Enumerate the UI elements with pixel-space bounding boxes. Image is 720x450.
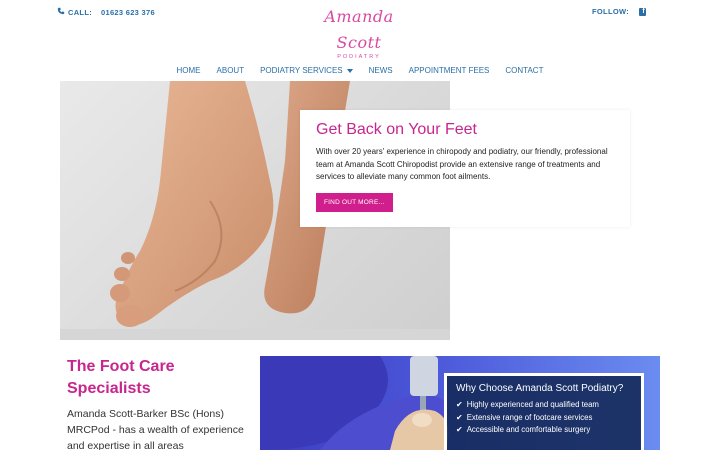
hero-body: With over 20 years' experience in chirop… <box>316 147 608 181</box>
follow-info: FOLLOW: f <box>592 7 646 16</box>
nav-contact[interactable]: CONTACT <box>497 64 551 77</box>
list-item: ✔ Extensive range of footcare services <box>456 412 632 425</box>
logo-subtitle: PODIATRY <box>337 54 381 60</box>
chevron-down-icon <box>346 68 353 73</box>
why-choose-card: Why Choose Amanda Scott Podiatry? ✔ Highl… <box>444 373 644 450</box>
site-logo[interactable]: Amanda Scott PODIATRY <box>304 4 414 60</box>
nav-appointment-fees[interactable]: APPOINTMENT FEES <box>401 64 498 77</box>
nav-contact-label: CONTACT <box>505 66 544 75</box>
hero-title: Get Back on Your Feet <box>316 121 477 138</box>
facebook-icon[interactable]: f <box>639 7 646 16</box>
follow-label: FOLLOW: <box>592 7 629 16</box>
nav-home[interactable]: HOME <box>169 64 209 77</box>
phone-number[interactable]: 01623 623 376 <box>101 8 155 17</box>
phone-icon <box>57 7 65 17</box>
why-title: Why Choose Amanda Scott Podiatry? <box>456 383 624 394</box>
why-item-label: Extensive range of footcare services <box>466 412 593 422</box>
why-item-label: Accessible and comfortable surgery <box>466 425 591 434</box>
logo-script: Amanda Scott <box>324 7 394 52</box>
topbar: CALL: 01623 623 376 Amanda Scott PODIATR… <box>0 0 720 60</box>
list-item: ✔ Accessible and comfortable surgery <box>456 424 632 437</box>
nav-news-label: NEWS <box>368 66 393 75</box>
nav-podiatry-services[interactable]: PODIATRY SERVICES <box>252 64 361 77</box>
nav-about[interactable]: ABOUT <box>209 64 253 77</box>
hero-card: Get Back on Your Feet With over 20 years… <box>300 110 630 227</box>
nav-news[interactable]: NEWS <box>361 64 401 77</box>
call-label: CALL: <box>68 7 92 17</box>
nav-appointment-fees-label: APPOINTMENT FEES <box>408 66 490 75</box>
why-list: ✔ Highly experienced and qualified team ✔… <box>456 399 632 437</box>
check-icon: ✔ <box>456 400 463 409</box>
specialists-body: Amanda Scott-Barker BSc (Hons) MRCPod - … <box>67 408 244 450</box>
call-info[interactable]: CALL: 01623 623 376 <box>57 7 155 17</box>
check-icon: ✔ <box>456 412 463 422</box>
find-out-more-button[interactable]: FIND OUT MORE... <box>316 192 393 212</box>
main-nav: HOME ABOUT PODIATRY SERVICES NEWS APPOIN… <box>0 64 720 77</box>
nav-about-label: ABOUT <box>216 66 245 75</box>
check-icon: ✔ <box>456 425 463 434</box>
specialists-title: The Foot Care Specialists <box>67 358 175 397</box>
why-item-label: Highly experienced and qualified team <box>466 400 599 409</box>
nav-home-label: HOME <box>176 66 201 75</box>
nav-podiatry-services-label: PODIATRY SERVICES <box>260 66 343 75</box>
specialists-section: The Foot Care Specialists Amanda Scott-B… <box>67 356 257 450</box>
list-item: ✔ Highly experienced and qualified team <box>456 399 632 412</box>
